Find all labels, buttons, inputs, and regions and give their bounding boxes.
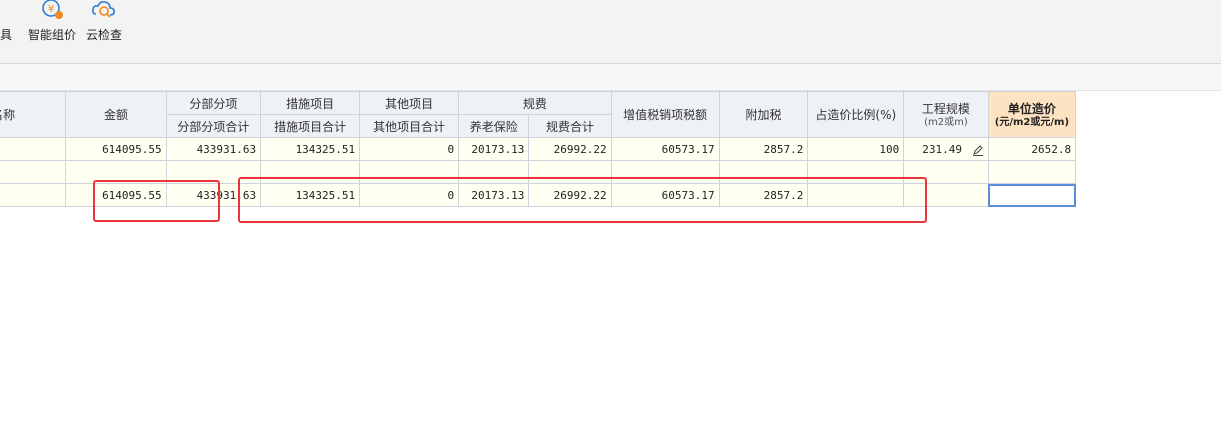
cell-fbfx[interactable]: 433931.63 <box>165 137 262 161</box>
cell-empty[interactable] <box>987 160 1077 184</box>
cell-name[interactable] <box>0 183 67 207</box>
cell-csxm[interactable]: 134325.51 <box>260 137 361 161</box>
header-scale-unit: (m2或m) <box>924 117 968 128</box>
header-gf[interactable]: 规费 <box>458 91 612 115</box>
highlight-box-amount <box>93 180 220 222</box>
smart-price-icon: ¥ <box>42 0 63 19</box>
cell-qtxm[interactable]: 0 <box>359 137 460 161</box>
sub-toolbar-strip <box>0 64 1221 91</box>
cloud-check-label: 云检查 <box>85 28 122 42</box>
header-scale[interactable]: 工程规模 (m2或m) <box>903 91 989 138</box>
header-gfhj[interactable]: 规费合计 <box>528 114 612 138</box>
toolbar: 具 ¥ 智能组价 云检查 <box>0 0 1221 64</box>
header-csxm[interactable]: 措施项目 <box>260 91 361 115</box>
header-qtxm[interactable]: 其他项目 <box>359 91 460 115</box>
header-qtxm-sub[interactable]: 其他项目合计 <box>359 114 460 138</box>
cell-unit-cost[interactable]: 2652.8 <box>987 137 1077 161</box>
header-amount[interactable]: 金额 <box>65 91 167 138</box>
header-vat[interactable]: 增值税销项税额 <box>610 91 720 138</box>
header-scale-title: 工程规模 <box>921 102 970 116</box>
cloud-check-icon <box>92 1 115 18</box>
cell-scale[interactable]: 231.49 <box>903 137 989 161</box>
smart-price-label: 智能组价 <box>27 28 76 42</box>
header-fbfx-sub[interactable]: 分部分项合计 <box>165 114 262 138</box>
cell-vat[interactable]: 60573.17 <box>610 137 720 161</box>
header-fbfx[interactable]: 分部分项 <box>165 91 262 115</box>
table-row: 614095.55 433931.63 134325.51 0 20173.13… <box>0 137 1161 161</box>
cell-amount[interactable]: 614095.55 <box>65 137 167 161</box>
header-surtax[interactable]: 附加税 <box>718 91 809 138</box>
highlight-box-breakdown <box>238 177 927 223</box>
cell-surtax[interactable]: 2857.2 <box>718 137 809 161</box>
cell-name[interactable] <box>0 137 67 161</box>
cell-gfhj[interactable]: 26992.22 <box>528 137 612 161</box>
header-ylbx[interactable]: 养老保险 <box>458 114 530 138</box>
header-unit-cost-title: 单位造价 <box>1007 102 1056 116</box>
header-unit-cost-unit: (元/m2或元/m) <box>994 117 1070 128</box>
cell-ylbx[interactable]: 20173.13 <box>458 137 530 161</box>
svg-text:¥: ¥ <box>48 4 54 15</box>
pencil-icon[interactable] <box>972 144 984 156</box>
header-name[interactable]: 名称 <box>0 91 67 138</box>
cell-unit-cost-selected[interactable] <box>987 183 1077 207</box>
cell-empty[interactable] <box>0 160 67 184</box>
cell-ratio[interactable]: 100 <box>807 137 905 161</box>
header-csxm-sub[interactable]: 措施项目合计 <box>260 114 361 138</box>
cell-scale-value: 231.49 <box>922 142 962 156</box>
header-unit-cost[interactable]: 单位造价 (元/m2或元/m) <box>987 91 1077 138</box>
header-ratio[interactable]: 占造价比例(%) <box>807 91 905 138</box>
